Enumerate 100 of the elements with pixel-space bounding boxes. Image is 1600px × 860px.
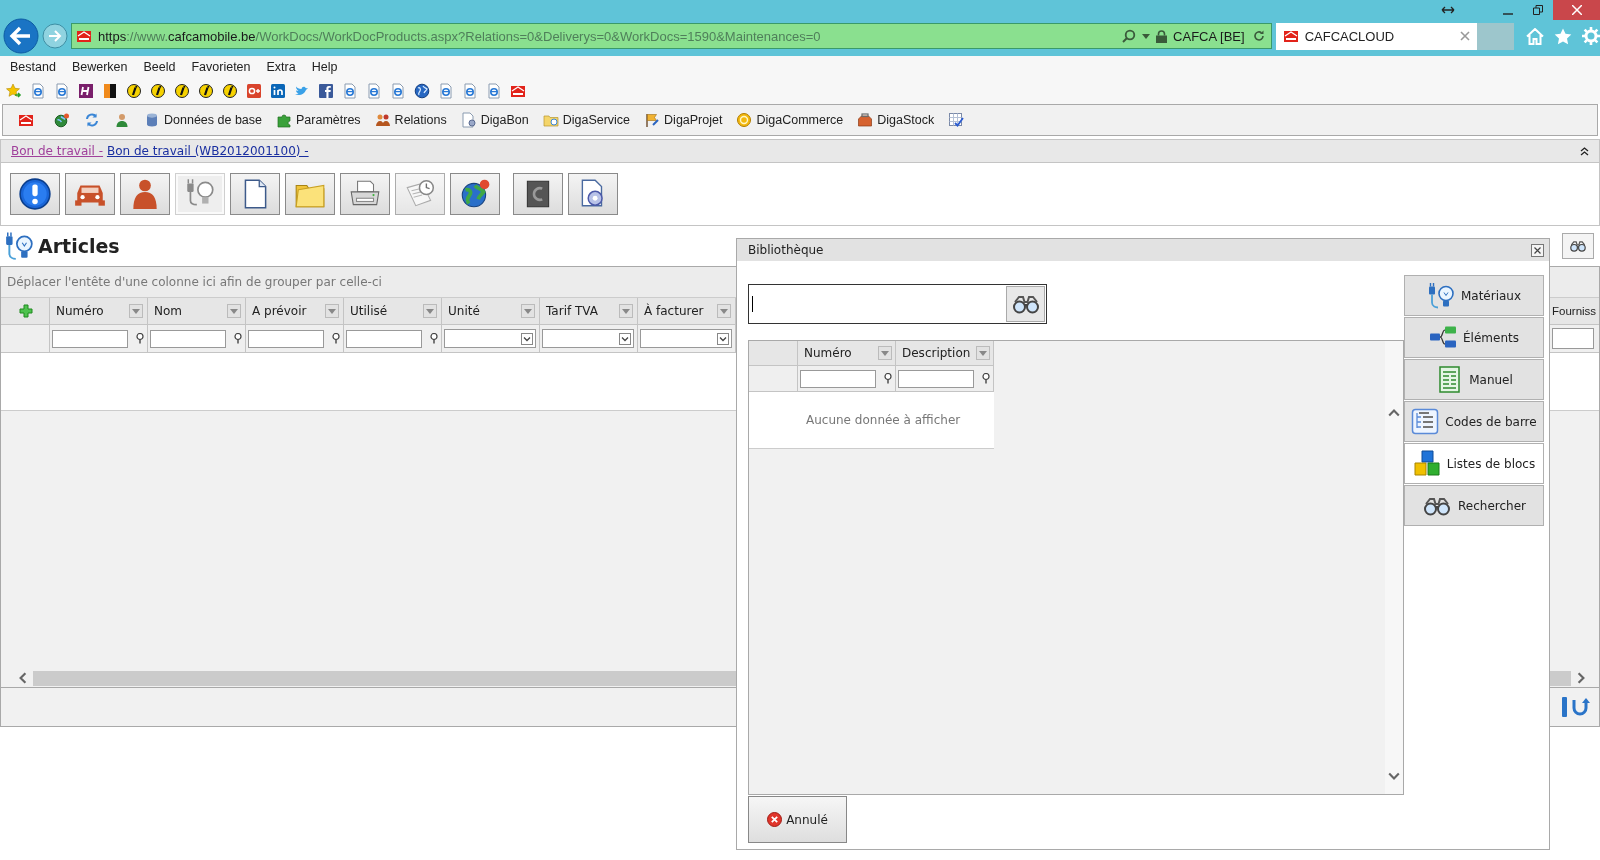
bar-icon[interactable]	[1561, 697, 1567, 717]
filter-field[interactable]	[150, 329, 226, 348]
category-button[interactable]: Matériaux	[1404, 275, 1544, 316]
scroll-left-button[interactable]	[17, 672, 29, 684]
search-button[interactable]	[1006, 286, 1045, 322]
page-icon[interactable]	[438, 83, 454, 99]
toolbar-link[interactable]: DigaService	[562, 113, 631, 127]
category-button[interactable]: Codes de barre	[1404, 401, 1544, 442]
filter-icon[interactable]	[429, 333, 439, 344]
refresh-icon[interactable]	[84, 112, 100, 128]
category-button[interactable]: Manuel	[1404, 359, 1544, 400]
globe-icon[interactable]	[54, 112, 70, 128]
search-button[interactable]	[1562, 233, 1594, 259]
dropdown-button[interactable]	[521, 304, 535, 318]
dropdown-button[interactable]	[325, 304, 339, 318]
filter-icon[interactable]	[233, 333, 243, 344]
globe-icon[interactable]	[414, 83, 430, 99]
toolbar-link[interactable]: DigaProjet	[664, 113, 723, 127]
close-button[interactable]	[1531, 243, 1544, 257]
filter-dropdown[interactable]	[640, 329, 732, 348]
filter-icon[interactable]	[981, 373, 991, 384]
toolbar-link[interactable]: DigaStock	[877, 113, 935, 127]
column-header[interactable]: Tarif TVA	[546, 304, 598, 318]
search-field[interactable]	[748, 284, 1047, 324]
page-icon[interactable]	[486, 83, 502, 99]
cancel-button[interactable]: Annulé	[748, 796, 847, 843]
column-header[interactable]: Fourniss	[1552, 305, 1597, 317]
browser-tab[interactable]: CAFCACLOUD	[1275, 22, 1478, 50]
column-header[interactable]: Nom	[154, 304, 182, 318]
category-button[interactable]: Listes de blocs	[1404, 443, 1544, 484]
page-icon[interactable]	[390, 83, 406, 99]
toolbar-button[interactable]	[10, 173, 60, 215]
logo-icon[interactable]	[318, 83, 334, 99]
category-button[interactable]: Éléments	[1404, 317, 1544, 358]
star-icon[interactable]	[1554, 27, 1572, 45]
column-header[interactable]: Utilisé	[350, 304, 388, 318]
badge-icon[interactable]	[150, 83, 166, 99]
column-header[interactable]: À facturer	[644, 304, 704, 318]
back-button[interactable]	[3, 18, 39, 54]
toolbar-link[interactable]: Données de base	[164, 113, 262, 127]
filter-icon[interactable]	[331, 333, 341, 344]
toolbar-link[interactable]: DigaBon	[480, 113, 529, 127]
menu-item[interactable]: Bewerken	[71, 60, 128, 74]
filter-field[interactable]	[52, 329, 128, 348]
scrollbar[interactable]	[1385, 341, 1403, 794]
toolbar-button[interactable]	[450, 173, 500, 215]
filter-field[interactable]	[898, 369, 974, 388]
badge-icon[interactable]	[198, 83, 214, 99]
toolbar-link[interactable]: DigaCommerce	[756, 113, 844, 127]
badge-icon[interactable]	[222, 83, 238, 99]
filter-field[interactable]	[346, 329, 422, 348]
scroll-up-button[interactable]	[1388, 407, 1400, 419]
menu-item[interactable]: Help	[311, 60, 338, 74]
logo-icon[interactable]	[78, 83, 94, 99]
filter-field[interactable]	[1552, 328, 1594, 349]
scroll-down-button[interactable]	[1388, 770, 1400, 782]
dropdown-button[interactable]	[227, 304, 241, 318]
dropdown-button[interactable]	[423, 304, 437, 318]
column-header[interactable]: Description	[902, 346, 971, 360]
toolbar-button[interactable]	[568, 173, 618, 215]
collapse-icon[interactable]	[1580, 146, 1589, 156]
dropdown-button[interactable]	[717, 304, 731, 318]
column-header[interactable]: Unité	[448, 304, 480, 318]
address-field[interactable]: https://www.cafcamobile.be/WorkDocs/WorkDocProducts.aspx?Relations=0&Deliverys=0&WorkDocs=1590&Maintenances=0 CAFCA [BE]	[71, 23, 1272, 49]
toolbar-button[interactable]	[513, 173, 563, 215]
logo-icon[interactable]	[102, 83, 118, 99]
menu-item[interactable]: Favorieten	[191, 60, 251, 74]
filter-dropdown[interactable]	[542, 329, 634, 348]
filter-field[interactable]	[248, 329, 324, 348]
close-icon[interactable]	[1460, 31, 1471, 41]
column-header[interactable]: Numéro	[804, 346, 852, 360]
star-icon[interactable]	[6, 83, 22, 99]
dropdown-button[interactable]	[976, 346, 990, 360]
toolbar-button[interactable]	[340, 173, 390, 215]
breadcrumb-link[interactable]: Bon de travail (WB2012001100) -	[106, 144, 309, 158]
column-header[interactable]: A prévoir	[252, 304, 307, 318]
dropdown-button[interactable]	[878, 346, 892, 360]
menu-item[interactable]: Beeld	[143, 60, 176, 74]
menu-item[interactable]: Bestand	[10, 60, 56, 74]
page-icon[interactable]	[462, 83, 478, 99]
forward-button[interactable]	[42, 23, 68, 49]
refresh-icon[interactable]	[1252, 30, 1265, 42]
breadcrumb-link[interactable]: Bon de travail -	[11, 144, 104, 158]
caret-icon[interactable]	[1142, 33, 1151, 39]
page-icon[interactable]	[54, 83, 70, 99]
toolbar-button[interactable]	[230, 173, 280, 215]
menu-item[interactable]: Extra	[266, 60, 296, 74]
toolbar-link[interactable]: Paramètres	[296, 113, 361, 127]
filter-dropdown[interactable]	[444, 329, 536, 348]
filter-icon[interactable]	[135, 333, 145, 344]
dropdown-button[interactable]	[129, 304, 143, 318]
person-icon[interactable]	[114, 112, 130, 128]
page-icon[interactable]	[30, 83, 46, 99]
badge-icon[interactable]	[126, 83, 142, 99]
page-icon[interactable]	[342, 83, 358, 99]
category-button[interactable]: Rechercher	[1404, 485, 1544, 526]
filter-icon[interactable]	[883, 373, 893, 384]
close-button[interactable]	[1553, 0, 1600, 20]
filter-field[interactable]	[800, 369, 876, 388]
page-icon[interactable]	[366, 83, 382, 99]
